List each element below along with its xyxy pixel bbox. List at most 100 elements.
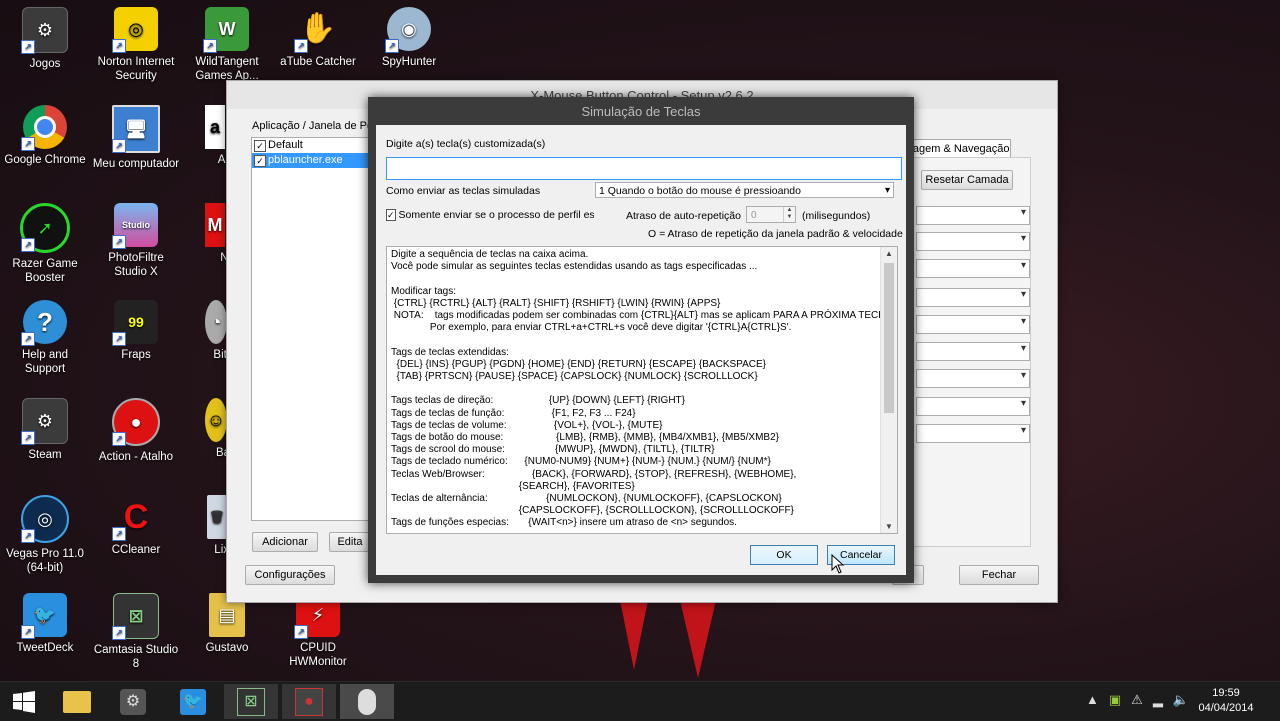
help-line: {CAPSLOCKOFF}, {SCROLLLOCKON}, {SCROLLLO…	[391, 505, 794, 517]
desktop-icon-action[interactable]: ● ↗ Action - Atalho	[92, 398, 180, 464]
desktop-icon-label: aTube Catcher	[280, 56, 356, 68]
checkbox-checked-icon[interactable]: ✓	[386, 209, 396, 221]
desktop-icon-atube[interactable]: ✋ ↗ aTube Catcher	[274, 7, 362, 69]
edit-button[interactable]: Edita	[329, 532, 371, 552]
help-line: Tags de teclas extendidas:	[391, 346, 509, 358]
action-combo[interactable]	[916, 288, 1030, 307]
tweetdeck-icon: 🐦	[180, 688, 206, 715]
steam-icon: ⚙	[120, 688, 146, 715]
help-line: Tags de botão do mouse: {LMB}, {RMB}, {M…	[391, 432, 779, 444]
vertical-scrollbar[interactable]: ▲ ▼	[880, 247, 897, 533]
help-line: {TAB} {PRTSCN} {PAUSE} {SPACE} {CAPSLOCK…	[391, 371, 758, 383]
desktop-icon-camtasia[interactable]: ⊠ ↗ Camtasia Studio 8	[92, 593, 180, 671]
desktop-icon-steam[interactable]: ⚙ ↗ Steam	[1, 398, 89, 462]
add-button[interactable]: Adicionar	[252, 532, 318, 552]
taskbar-tweetdeck[interactable]: 🐦	[166, 684, 220, 719]
action-combo[interactable]	[916, 315, 1030, 334]
close-button[interactable]: Fechar	[959, 565, 1039, 585]
desktop-icon-ccleaner[interactable]: C ↗ CCleaner	[92, 495, 180, 557]
windows-logo-icon	[13, 690, 35, 713]
desktop-icon-meu-computador[interactable]: 🖥 ↗ Meu computador	[92, 105, 180, 171]
camtasia-icon: ⊠ ↗	[112, 593, 159, 640]
desktop-icon-photofiltre[interactable]: Studio ↗ PhotoFiltre Studio X	[92, 203, 180, 279]
network-error-icon[interactable]: ⚠	[1131, 692, 1143, 708]
desktop-icon-chrome[interactable]: ↗ Google Chrome	[1, 105, 89, 167]
desktop-icon-jogos[interactable]: ⚙ ↗ Jogos	[1, 7, 89, 71]
send-mode-value: 1 Quando o botão do mouse é pressioando	[599, 185, 801, 197]
help-line: Tags de teclado numérico: {NUM0-NUM9} {N…	[391, 456, 771, 468]
network-signal-icon[interactable]: ▂	[1153, 692, 1163, 708]
desktop-icon-hwmonitor[interactable]: ⚡ ↗ CPUID HWMonitor	[274, 593, 362, 669]
chrome-icon: ↗	[21, 105, 67, 151]
action-combo[interactable]	[916, 397, 1030, 416]
volume-icon[interactable]: 🔈	[1173, 692, 1189, 708]
action-combo[interactable]	[916, 369, 1030, 388]
custom-keys-input[interactable]	[386, 157, 902, 180]
action-combo[interactable]	[916, 424, 1030, 443]
checkbox-checked-icon[interactable]: ✓	[254, 139, 266, 152]
desktop-icon-fraps[interactable]: 99 ↗ Fraps	[92, 300, 180, 362]
help-line: {SEARCH}, {FAVORITES}	[391, 480, 635, 492]
desktop-icon-razer[interactable]: ➚ ↗ Razer Game Booster	[1, 203, 89, 285]
settings-button[interactable]: Configurações	[245, 565, 335, 585]
balabolka-icon: ☺	[205, 398, 227, 442]
help-line: Tags de teclas de volume: {VOL+}, {VOL-}…	[391, 419, 663, 431]
desktop-icon-label: Action - Atalho	[98, 451, 174, 463]
taskbar-steam[interactable]: ⚙	[106, 684, 160, 719]
ok-button[interactable]: OK	[750, 545, 818, 565]
taskbar-explorer[interactable]	[50, 684, 104, 719]
taskbar-camtasia-recorder[interactable]: ●	[282, 684, 336, 719]
computer-icon: 🖥 ↗	[112, 105, 160, 153]
action-combo[interactable]	[916, 342, 1030, 361]
desktop-icon-norton[interactable]: ◎ ↗ Norton Internet Security	[92, 7, 180, 83]
help-line	[391, 273, 884, 285]
profile-item[interactable]: ✓ Default	[252, 138, 372, 153]
repeat-delay-unit: (milisegundos)	[802, 210, 871, 222]
clock[interactable]: 19:59 04/04/2014	[1196, 686, 1256, 716]
desktop-icon-spyhunter[interactable]: ◉ ↗ SpyHunter	[365, 7, 453, 69]
help-line: Tags de teclas de função: {F1, F2, F3 ..…	[391, 407, 636, 419]
help-line: Modificar tags:	[391, 285, 457, 297]
tab-scroll-navigation[interactable]: lagem & Navegação	[909, 139, 1011, 158]
action-combo[interactable]	[916, 232, 1030, 251]
profile-item[interactable]: ✓ pblauncher.exe	[252, 153, 372, 168]
custom-keys-label: Digite a(s) tecla(s) customizada(s)	[386, 138, 546, 150]
desktop-icon-label: Razer Game Booster	[12, 258, 78, 284]
taskbar: ⚙ 🐦 ⊠ ● ▲ ▣ ⚠ ▂ 🔈 19:59 04/04/2014	[0, 681, 1280, 721]
taskbar-camtasia[interactable]: ⊠	[224, 684, 278, 719]
desktop-icon-label: Google Chrome	[4, 154, 86, 166]
action-combo[interactable]	[916, 259, 1030, 278]
repeat-delay-spinner[interactable]: 0 ▲ ▼	[746, 206, 796, 223]
desktop-icon-label: CCleaner	[111, 544, 161, 556]
tweetdeck-icon: 🐦 ↗	[21, 593, 67, 639]
spyhunter-icon: ◉ ↗	[385, 7, 431, 53]
desktop-icon-label: SpyHunter	[381, 56, 437, 68]
only-profile-checkbox[interactable]: ✓ Somente enviar se o processo de perfil…	[386, 209, 594, 221]
reset-layer-button[interactable]: Resetar Camada	[921, 170, 1013, 190]
simulated-keys-dialog: Simulação de Teclas Digite a(s) tecla(s)…	[368, 97, 914, 583]
spinner-arrows-icon[interactable]: ▲ ▼	[783, 207, 795, 222]
show-hidden-icons-icon[interactable]: ▲	[1086, 692, 1099, 708]
taskbar-xmouse[interactable]	[340, 684, 394, 719]
repeat-delay-value: 0	[751, 210, 757, 221]
recycle-bin-icon: 🗑	[207, 495, 227, 539]
amazon-icon: a	[205, 105, 225, 149]
scroll-up-icon[interactable]: ▲	[881, 249, 897, 258]
desktop-icon-tweetdeck[interactable]: 🐦 ↗ TweetDeck	[1, 593, 89, 655]
tray-app-icon[interactable]: ▣	[1109, 692, 1121, 708]
desktop-icon-vegas[interactable]: ◎ ↗ Vegas Pro 11.0 (64-bit)	[1, 495, 89, 575]
desktop-icon-label: Gustavo	[205, 642, 249, 654]
scroll-thumb[interactable]	[884, 263, 894, 413]
send-mode-select[interactable]: 1 Quando o botão do mouse é pressioando …	[595, 182, 894, 198]
scroll-down-icon[interactable]: ▼	[881, 522, 897, 531]
help-line: {DEL} {INS} {PGUP} {PGDN} {HOME} {END} {…	[391, 358, 766, 370]
desktop-icon-wildtangent[interactable]: W ↗ WildTangent Games Ap...	[183, 7, 271, 83]
checkbox-checked-icon[interactable]: ✓	[254, 154, 266, 167]
profile-list[interactable]: ✓ Default ✓ pblauncher.exe	[251, 137, 373, 521]
start-button[interactable]	[0, 684, 48, 719]
desktop-icon-label: PhotoFiltre Studio X	[108, 252, 164, 278]
system-tray: ▲ ▣ ⚠ ▂ 🔈	[1086, 692, 1189, 708]
desktop-icon-help[interactable]: ? ↗ Help and Support	[1, 300, 89, 376]
action-combo[interactable]	[916, 206, 1030, 225]
help-text-box[interactable]: Digite a sequência de teclas na caixa ac…	[386, 246, 898, 534]
